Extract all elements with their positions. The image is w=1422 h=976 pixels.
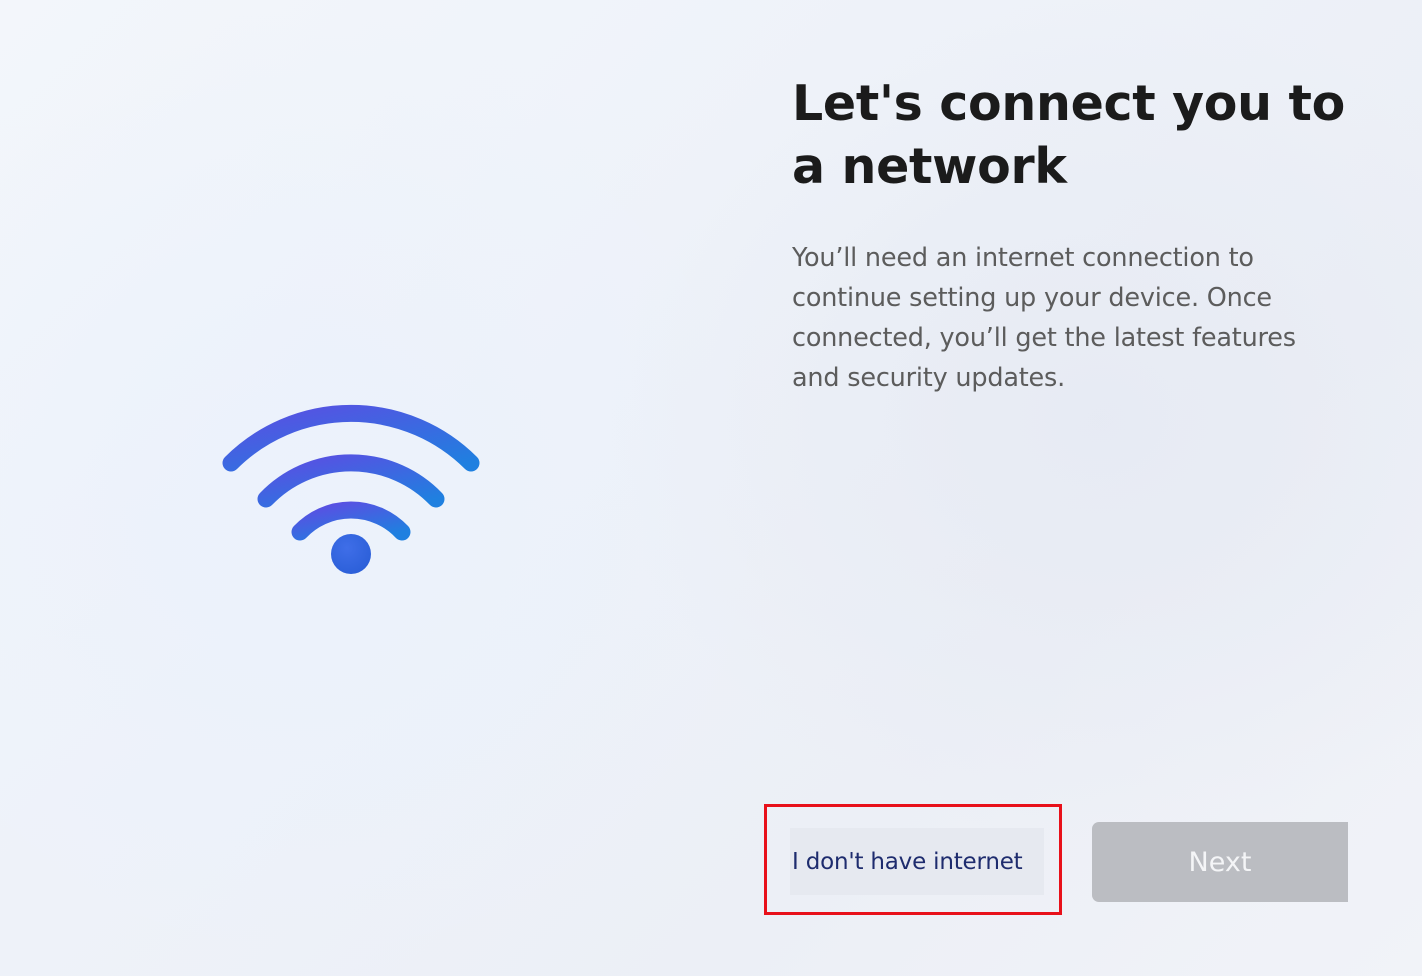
page-description: You’ll need an internet connection to co… — [792, 243, 1296, 393]
wifi-arc-inner — [291, 501, 411, 541]
content-panel: Let's connect you to a network You’ll ne… — [792, 72, 1352, 398]
next-button[interactable]: Next — [1092, 822, 1348, 902]
wifi-icon — [222, 404, 480, 574]
wifi-arc-middle — [257, 454, 445, 508]
wifi-dot — [331, 534, 371, 574]
no-internet-button[interactable]: I don't have internet — [790, 828, 1044, 895]
wifi-illustration — [218, 385, 484, 581]
page-title: Let's connect you to a network — [792, 75, 1345, 195]
